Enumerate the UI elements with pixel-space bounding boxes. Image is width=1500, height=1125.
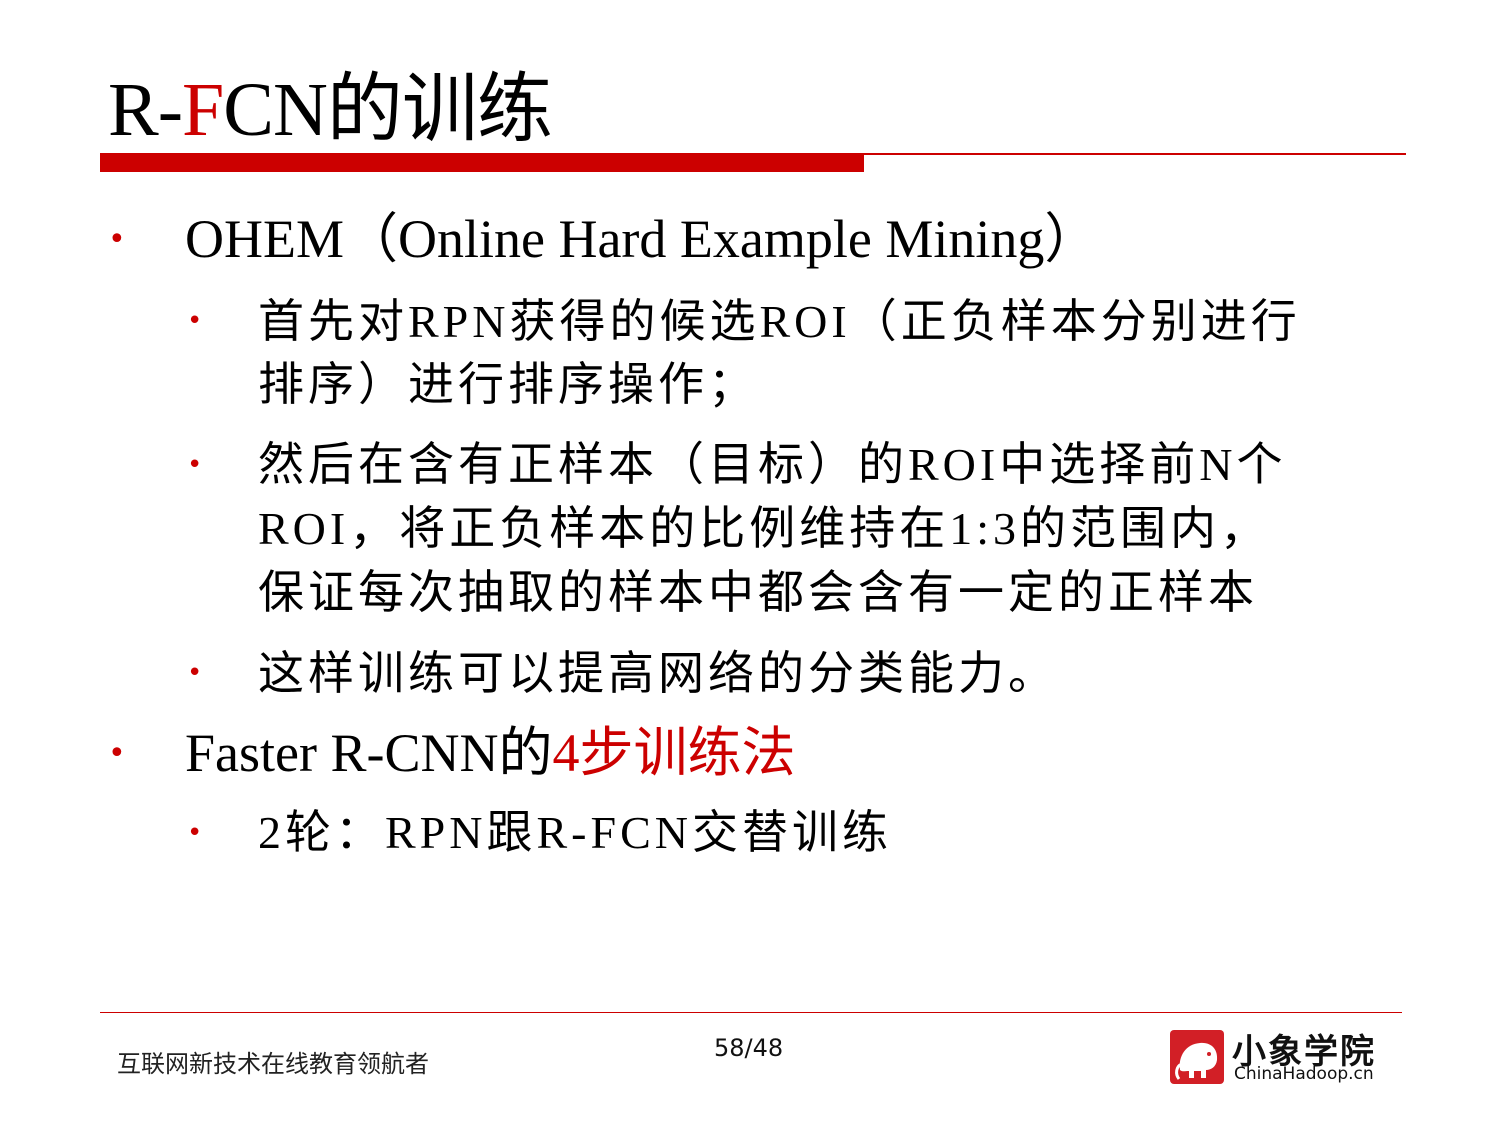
title-part-2: F: [182, 68, 224, 152]
bullet-marker: •: [187, 450, 203, 480]
bullet-ohem-sub2-line2: ROI，将正负样本的比例维持在1:3的范围内，: [258, 503, 1270, 554]
brand-logo: 小象学院 ChinaHadoop.cn: [1170, 1028, 1394, 1086]
bullet-ohem-sub3: 这样训练可以提高网络的分类能力。: [258, 648, 1058, 699]
bullet-faster: Faster R-CNN的4步训练法: [185, 722, 795, 784]
bullet-ohem-sub2-line3: 保证每次抽取的样本中都会含有一定的正样本: [258, 567, 1258, 618]
bullet-marker: •: [187, 818, 203, 848]
bullet-faster-prefix: Faster R-CNN的: [185, 723, 553, 783]
title-rule-thick: [100, 155, 864, 172]
footer-rule: [100, 1012, 1402, 1013]
page-number: 58/48: [714, 1034, 784, 1062]
bullet-ohem: OHEM（Online Hard Example Mining）: [185, 209, 1099, 269]
slide-title: R-FCN的训练: [108, 62, 553, 158]
bullet-marker: •: [108, 222, 126, 257]
bullet-marker: •: [108, 736, 126, 771]
bullet-marker: •: [187, 306, 203, 336]
title-part-1: R-: [108, 68, 183, 152]
bullet-ohem-sub1-line2: 排序）进行排序操作；: [258, 359, 758, 410]
logo-domain: ChinaHadoop.cn: [1234, 1064, 1374, 1084]
bullet-faster-highlight: 4步训练法: [552, 723, 796, 783]
bullet-ohem-sub2-line1: 然后在含有正样本（目标）的ROI中选择前N个: [258, 439, 1287, 490]
bullet-faster-sub1: 2轮：RPN跟R-FCN交替训练: [258, 807, 892, 858]
bullet-ohem-sub1-line1: 首先对RPN获得的候选ROI（正负样本分别进行: [258, 296, 1301, 347]
bullet-marker: •: [187, 658, 203, 688]
elephant-logo-icon: [1170, 1030, 1224, 1084]
footer-slogan: 互联网新技术在线教育领航者: [117, 1050, 429, 1078]
title-part-3: CN的训练: [223, 68, 553, 152]
